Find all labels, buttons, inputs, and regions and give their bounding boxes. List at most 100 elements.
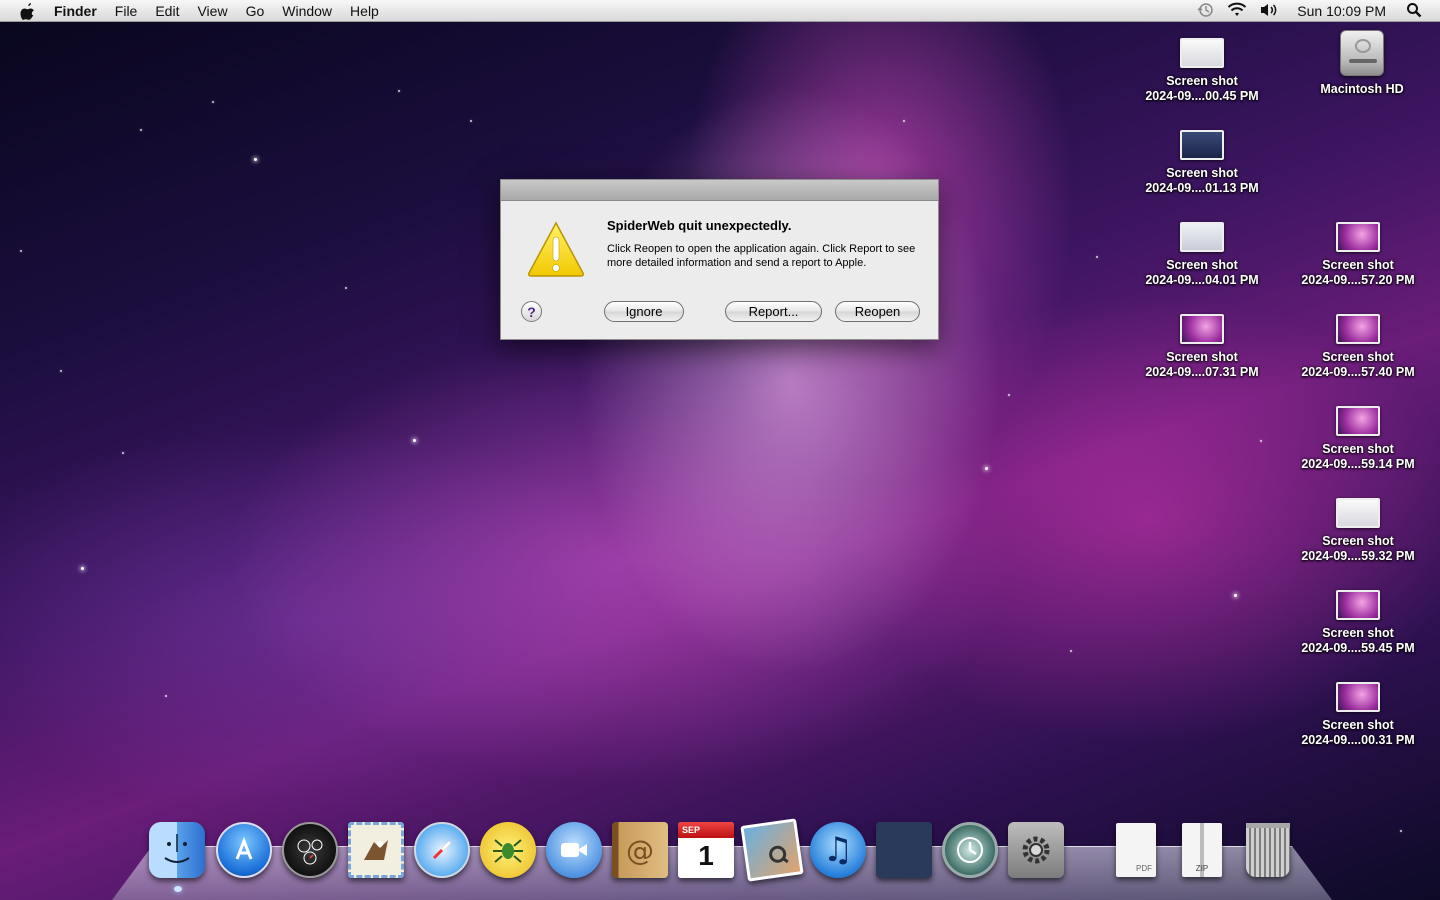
screenshot-thumbnail xyxy=(1336,406,1380,436)
app-store-icon[interactable] xyxy=(214,820,274,880)
crash-dialog: SpiderWeb quit unexpectedly. Click Reope… xyxy=(500,179,939,340)
dialog-titlebar[interactable] xyxy=(501,180,938,201)
file-name-line1: Screen shot xyxy=(1322,258,1394,272)
file-name-line1: Screen shot xyxy=(1166,166,1238,180)
screenshot-file[interactable]: Screen shot 2024-09....07.31 PM xyxy=(1127,314,1277,380)
menu-view[interactable]: View xyxy=(197,3,227,19)
file-name-line2: 2024-09....07.31 PM xyxy=(1145,365,1259,379)
star xyxy=(1260,440,1262,442)
screenshot-thumbnail xyxy=(1180,130,1224,160)
star xyxy=(122,452,124,454)
file-name-line1: Screen shot xyxy=(1322,626,1394,640)
menu-finder[interactable]: Finder xyxy=(54,3,97,19)
star xyxy=(140,129,142,131)
screenshot-thumbnail xyxy=(1180,314,1224,344)
menu-clock[interactable]: Sun 10:09 PM xyxy=(1297,3,1386,19)
file-name-line2: 2024-09....59.45 PM xyxy=(1301,641,1415,655)
star xyxy=(398,90,400,92)
file-name-line1: Screen shot xyxy=(1322,534,1394,548)
ignore-button[interactable]: Ignore xyxy=(604,301,684,322)
screenshot-file[interactable]: Screen shot 2024-09....59.14 PM xyxy=(1283,406,1433,472)
star xyxy=(212,101,214,103)
safari-icon[interactable] xyxy=(412,820,472,880)
system-preferences-icon[interactable] xyxy=(1006,820,1066,880)
screenshot-file[interactable]: Screen shot 2024-09....57.20 PM xyxy=(1283,222,1433,288)
screenshot-file[interactable]: Screen shot 2024-09....00.31 PM xyxy=(1283,682,1433,748)
screenshot-thumbnail xyxy=(1336,222,1380,252)
finder-face-icon xyxy=(149,822,205,878)
file-name-line2: 2024-09....04.01 PM xyxy=(1145,273,1259,287)
file-name-line1: Screen shot xyxy=(1166,350,1238,364)
star xyxy=(1234,594,1237,597)
menu-go[interactable]: Go xyxy=(246,3,265,19)
star xyxy=(1008,394,1010,396)
zip-label: ZIP xyxy=(1195,864,1209,873)
file-name-line2: 2024-09....59.14 PM xyxy=(1301,457,1415,471)
reopen-button[interactable]: Reopen xyxy=(835,301,920,322)
macintosh-hd-icon[interactable]: Macintosh HD xyxy=(1287,30,1437,97)
menu-help[interactable]: Help xyxy=(350,3,379,19)
itunes-icon[interactable]: ♫ xyxy=(808,820,868,880)
star xyxy=(60,370,62,372)
screenshot-file[interactable]: Screen shot 2024-09....59.32 PM xyxy=(1283,498,1433,564)
star xyxy=(1400,830,1402,832)
screenshot-thumbnail xyxy=(1180,38,1224,68)
help-button[interactable]: ? xyxy=(521,301,542,322)
file-name-line1: Screen shot xyxy=(1166,258,1238,272)
menu-file[interactable]: File xyxy=(115,3,138,19)
time-machine-icon[interactable] xyxy=(940,820,1000,880)
star xyxy=(470,120,472,122)
screenshot-file[interactable]: Screen shot 2024-09....59.45 PM xyxy=(1283,590,1433,656)
address-book-icon[interactable]: @ xyxy=(610,820,670,880)
time-machine-icon[interactable] xyxy=(1197,2,1215,21)
report-button[interactable]: Report... xyxy=(725,301,822,322)
menu-window[interactable]: Window xyxy=(282,3,332,19)
mail-icon[interactable] xyxy=(346,820,406,880)
screenshot-file[interactable]: Screen shot 2024-09....04.01 PM xyxy=(1127,222,1277,288)
warning-icon xyxy=(526,220,586,278)
file-name-line2: 2024-09....01.13 PM xyxy=(1145,181,1259,195)
iphoto-icon[interactable] xyxy=(740,818,804,882)
dashboard-icon[interactable] xyxy=(280,820,340,880)
wifi-icon[interactable] xyxy=(1227,2,1247,21)
facetime-icon[interactable] xyxy=(544,820,604,880)
file-name-line2: 2024-09....57.40 PM xyxy=(1301,365,1415,379)
finder-icon[interactable] xyxy=(147,820,207,880)
spiderweb-icon[interactable] xyxy=(478,820,538,880)
dialog-message: Click Reopen to open the application aga… xyxy=(607,243,916,269)
file-name-line2: 2024-09....57.20 PM xyxy=(1301,273,1415,287)
spaces-icon[interactable] xyxy=(874,820,934,880)
volume-icon[interactable] xyxy=(1259,2,1279,21)
trash-icon[interactable] xyxy=(1238,820,1298,880)
menu-bar: Finder File Edit View Go Window Help Sun… xyxy=(0,0,1440,22)
screenshot-file[interactable]: Screen shot 2024-09....01.13 PM xyxy=(1127,130,1277,196)
screenshot-file[interactable]: Screen shot 2024-09....00.45 PM xyxy=(1127,38,1277,104)
star xyxy=(985,467,988,470)
ical-month: SEP xyxy=(678,822,734,838)
screenshot-file[interactable]: Screen shot 2024-09....57.40 PM xyxy=(1283,314,1433,380)
screenshot-thumbnail xyxy=(1336,590,1380,620)
running-indicator xyxy=(174,886,182,892)
screenshot-thumbnail xyxy=(1336,314,1380,344)
spotlight-icon[interactable] xyxy=(1406,2,1422,21)
star xyxy=(413,439,416,442)
documents-stack-icon[interactable]: PDF xyxy=(1106,820,1166,880)
file-name-line1: Screen shot xyxy=(1322,718,1394,732)
star xyxy=(1096,256,1098,258)
star xyxy=(165,695,167,697)
ical-icon[interactable]: SEP 1 xyxy=(676,820,736,880)
file-name-line2: 2024-09....00.31 PM xyxy=(1301,733,1415,747)
file-name-line2: 2024-09....00.45 PM xyxy=(1145,89,1259,103)
star xyxy=(1070,650,1072,652)
star xyxy=(345,287,347,289)
dialog-heading: SpiderWeb quit unexpectedly. xyxy=(607,218,792,233)
screenshot-thumbnail xyxy=(1336,682,1380,712)
apple-icon[interactable] xyxy=(18,1,38,21)
star xyxy=(254,158,257,161)
drive-label: Macintosh HD xyxy=(1320,82,1404,96)
screenshot-thumbnail xyxy=(1336,498,1380,528)
downloads-stack-icon[interactable]: ZIP xyxy=(1172,820,1232,880)
screenshot-thumbnail xyxy=(1180,222,1224,252)
hard-drive-icon xyxy=(1340,30,1384,76)
menu-edit[interactable]: Edit xyxy=(155,3,179,19)
